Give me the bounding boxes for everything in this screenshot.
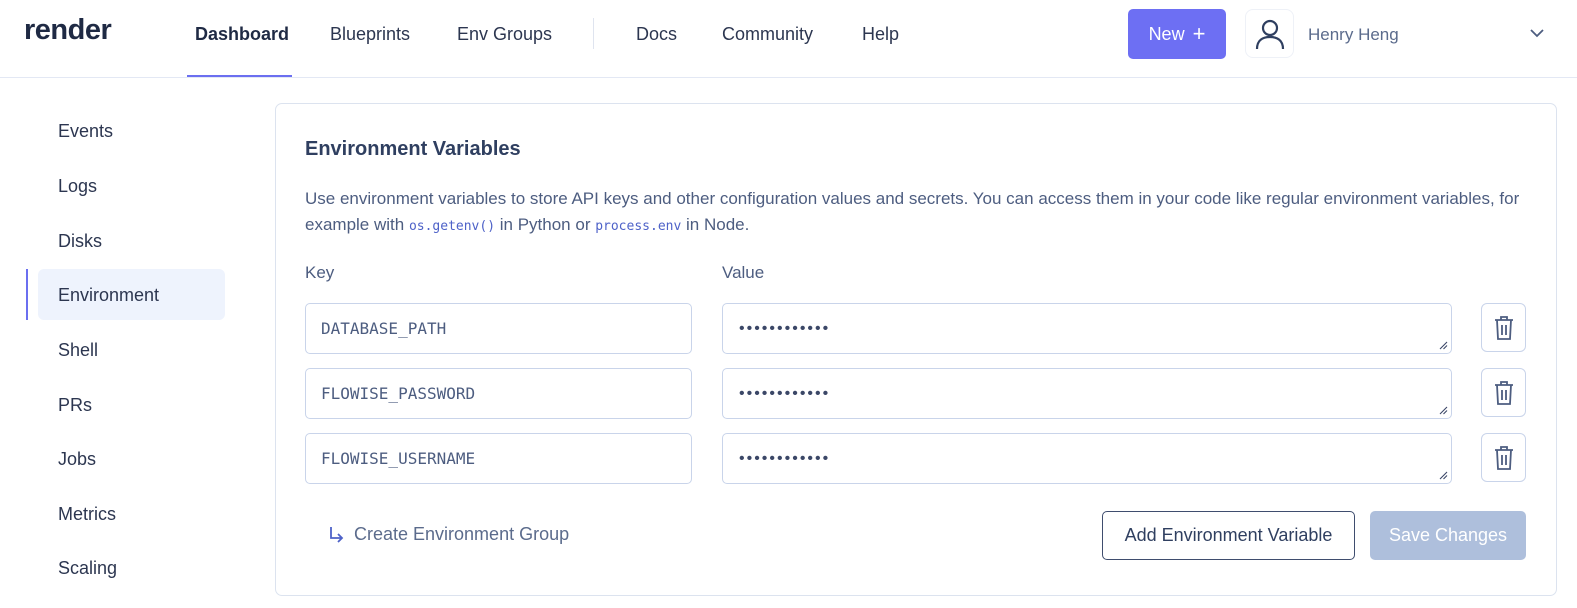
delete-variable-button[interactable] <box>1481 368 1526 417</box>
add-environment-variable-button[interactable]: Add Environment Variable <box>1102 511 1355 560</box>
sidebar-item-prs[interactable]: PRs <box>58 395 92 416</box>
env-value-input[interactable]: •••••••••••• <box>722 433 1452 484</box>
nav-help[interactable]: Help <box>862 24 899 45</box>
user-name[interactable]: Henry Heng <box>1308 25 1399 45</box>
description-text-3: in Node. <box>681 215 750 234</box>
sidebar-item-jobs[interactable]: Jobs <box>58 449 96 470</box>
env-value-input[interactable]: •••••••••••• <box>722 303 1452 354</box>
description-text-2: in Python or <box>495 215 596 234</box>
env-key-input[interactable]: FLOWISE_PASSWORD <box>305 368 692 419</box>
code-process-env: process.env <box>595 219 682 234</box>
value-column-label: Value <box>722 263 765 282</box>
create-environment-group-link[interactable]: Create Environment Group <box>328 524 569 545</box>
trash-icon <box>1494 445 1513 470</box>
new-button[interactable]: New + <box>1128 9 1226 59</box>
sidebar-item-environment[interactable]: Environment <box>58 285 159 306</box>
nav-docs[interactable]: Docs <box>636 24 677 45</box>
avatar[interactable] <box>1245 9 1294 58</box>
top-header: render Dashboard Blueprints Env Groups D… <box>0 0 1577 78</box>
delete-variable-button[interactable] <box>1481 433 1526 482</box>
plus-icon: + <box>1192 21 1206 46</box>
sidebar-active-indicator <box>26 269 28 320</box>
key-column-label: Key <box>305 263 335 282</box>
user-icon <box>1255 19 1284 49</box>
sidebar-item-logs[interactable]: Logs <box>58 176 97 197</box>
env-key-input[interactable]: DATABASE_PATH <box>305 303 692 354</box>
env-key-input[interactable]: FLOWISE_USERNAME <box>305 433 692 484</box>
env-value-input[interactable]: •••••••••••• <box>722 368 1452 419</box>
nav-divider <box>593 18 594 49</box>
nav-dashboard[interactable]: Dashboard <box>195 24 289 45</box>
code-os-getenv: os.getenv() <box>408 219 496 234</box>
nav-active-underline <box>187 75 292 77</box>
sidebar-item-disks[interactable]: Disks <box>58 231 102 252</box>
sidebar-item-metrics[interactable]: Metrics <box>58 504 116 525</box>
sidebar-item-shell[interactable]: Shell <box>58 340 98 361</box>
render-logo[interactable]: render <box>24 14 112 47</box>
env-value-masked: •••••••••••• <box>739 384 831 402</box>
description: Use environment variables to store API k… <box>305 186 1525 240</box>
env-value-masked: •••••••••••• <box>739 449 831 467</box>
create-environment-group-label: Create Environment Group <box>354 524 570 544</box>
chevron-down-icon[interactable] <box>1528 26 1546 40</box>
trash-icon <box>1494 315 1513 340</box>
nav-env-groups[interactable]: Env Groups <box>457 24 552 45</box>
arrow-turn-right-icon <box>330 526 344 543</box>
resize-handle-icon[interactable] <box>1439 406 1448 415</box>
resize-handle-icon[interactable] <box>1439 471 1448 480</box>
nav-community[interactable]: Community <box>722 24 813 45</box>
env-value-masked: •••••••••••• <box>739 319 831 337</box>
trash-icon <box>1494 380 1513 405</box>
nav-blueprints[interactable]: Blueprints <box>330 24 410 45</box>
page-title: Environment Variables <box>305 138 521 160</box>
new-button-label: New <box>1148 23 1185 44</box>
resize-handle-icon[interactable] <box>1439 341 1448 350</box>
sidebar-item-scaling[interactable]: Scaling <box>58 558 117 579</box>
sidebar-item-events[interactable]: Events <box>58 121 113 142</box>
save-changes-button[interactable]: Save Changes <box>1370 511 1526 560</box>
delete-variable-button[interactable] <box>1481 303 1526 352</box>
